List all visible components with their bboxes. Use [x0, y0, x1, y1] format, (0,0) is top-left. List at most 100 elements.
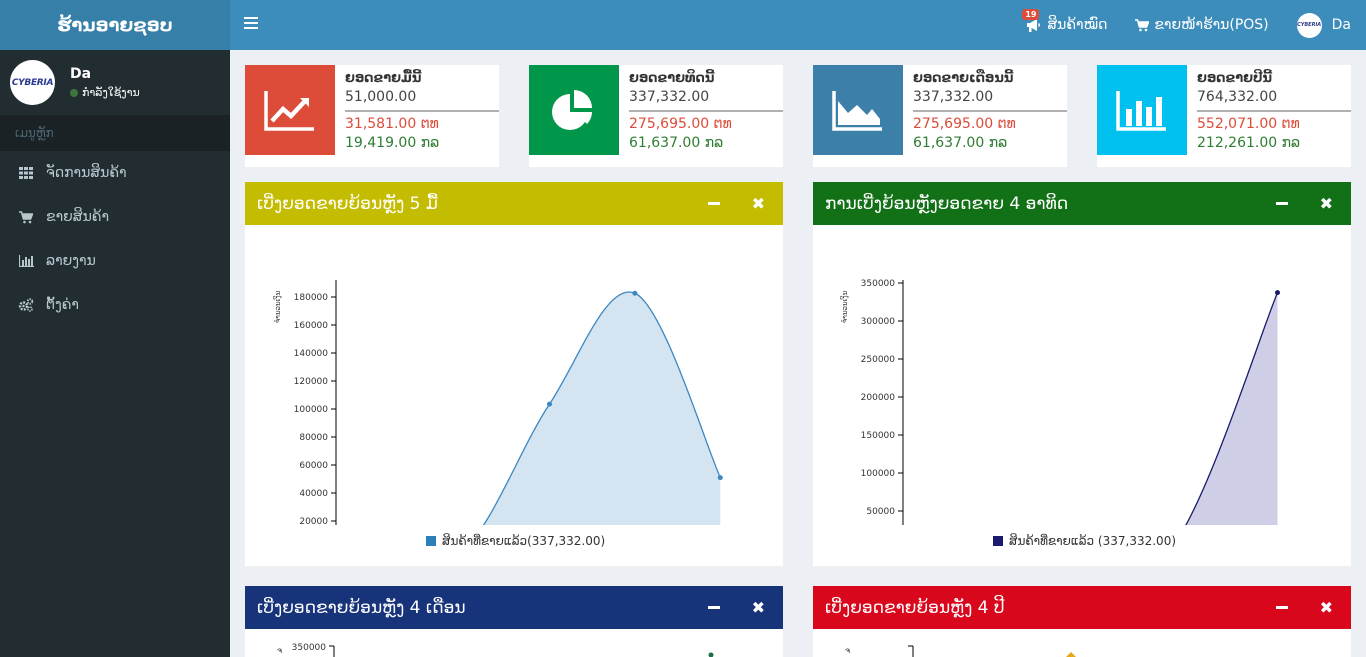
- minimize-icon[interactable]: [1275, 202, 1288, 205]
- y-axis-label: ຈ: [277, 646, 282, 655]
- pos-link[interactable]: ຂາຍໜ້າຮ້ານ(POS): [1135, 17, 1269, 33]
- bar-chart-icon: [1097, 65, 1187, 155]
- y-tick-label: 60000: [299, 461, 328, 471]
- user-info: Da ກຳລັງໃຊ້ງານ: [70, 66, 140, 99]
- y-tick-label: 100000: [861, 469, 896, 479]
- panel-tools: ✖: [1275, 586, 1333, 629]
- y-tick-label: 180000: [294, 293, 329, 303]
- close-icon[interactable]: ✖: [1320, 194, 1333, 213]
- info-box-title: ຍອດຂາຍປີນີ້: [1197, 71, 1272, 86]
- info-box-value: 51,000.00: [345, 89, 417, 105]
- info-box-year: ຍອດຂາຍປີນີ້ 764,332.00 552,071.00 ຕທ 212…: [1097, 65, 1351, 167]
- navbar-right: 19 ສິນຄ້າໝົດ ຂາຍໜ້າຮ້ານ(POS) CYBERIA Da: [1022, 0, 1366, 50]
- panel-tools: ✖: [707, 586, 765, 629]
- notification-badge: 19: [1022, 9, 1040, 20]
- y-axis-label: ຈ: [845, 646, 850, 655]
- info-box-content: ຍອດຂາຍທິດນີ້ 337,332.00 275,695.00 ຕທ 61…: [619, 65, 783, 167]
- area-chart-icon: [813, 65, 903, 155]
- info-box-value: 764,332.00: [1197, 89, 1278, 105]
- out-of-stock-link[interactable]: 19 ສິນຄ້າໝົດ: [1022, 9, 1107, 33]
- data-point: [547, 401, 552, 407]
- info-box-red-value: 31,581.00 ຕທ: [345, 116, 439, 132]
- chart-5-days: ຈຳນວນເງິນ0200004000060000800001000001200…: [273, 280, 723, 525]
- panel-header: ການເບີ່ງຍ້ອນຫຼັງຍອດຂາຍ 4 ອາທິດ ✖: [813, 182, 1351, 225]
- chart-legend[interactable]: ສິນຄ້າທີ່ຂາຍແລ້ວ(337,332.00): [426, 534, 605, 548]
- user-menu[interactable]: CYBERIA Da: [1296, 12, 1351, 38]
- info-box-red-value: 552,071.00 ຕທ: [1197, 116, 1300, 132]
- grid-icon: [18, 165, 34, 181]
- info-box-week: ຍອດຂາຍທິດນີ້ 337,332.00 275,695.00 ຕທ 61…: [529, 65, 783, 167]
- data-point: [1275, 290, 1280, 296]
- y-tick-label: 160000: [294, 321, 329, 331]
- info-box-content: ຍອດຂາຍປີນີ້ 764,332.00 552,071.00 ຕທ 212…: [1187, 65, 1351, 167]
- sidebar-toggle-icon[interactable]: [244, 17, 258, 29]
- top-navbar: 19 ສິນຄ້າໝົດ ຂາຍໜ້າຮ້ານ(POS) CYBERIA Da: [230, 0, 1366, 50]
- close-icon[interactable]: ✖: [752, 194, 765, 213]
- legend-label: ສິນຄ້າທີ່ຂາຍແລ້ວ (337,332.00): [1009, 534, 1177, 548]
- user-name: Da: [70, 66, 92, 82]
- panel-title: ການເບີ່ງຍ້ອນຫຼັງຍອດຂາຍ 4 ອາທິດ: [825, 193, 1069, 214]
- info-box-progress: [629, 110, 783, 112]
- info-box-progress: [913, 110, 1067, 112]
- info-box-title: ຍອດຂາຍທິດນີ້: [629, 71, 715, 86]
- data-point: [708, 652, 714, 657]
- info-box-green-value: 61,637.00 ກລ: [913, 135, 1008, 151]
- info-box-red-value: 275,695.00 ຕທ: [629, 116, 732, 132]
- minimize-icon[interactable]: [707, 606, 720, 609]
- chart-4-weeks: ຈຳນວນເງິນ0500001000001500002000002500003…: [840, 279, 1280, 525]
- minimize-icon[interactable]: [1275, 606, 1288, 609]
- close-icon[interactable]: ✖: [752, 598, 765, 617]
- online-dot-icon: [70, 88, 78, 97]
- chart-legend[interactable]: ສິນຄ້າທີ່ຂາຍແລ້ວ (337,332.00): [993, 534, 1176, 548]
- info-box-green-value: 61,637.00 ກລ: [629, 135, 724, 151]
- y-tick-label: 200000: [861, 393, 896, 403]
- panel-header: ເບີ່ງຍອດຂາຍຍ້ອນຫຼັງ 4 ປີ ✖: [813, 586, 1351, 629]
- y-axis-label: ຈຳນວນເງິນ: [273, 290, 282, 323]
- y-tick-label: 350000: [861, 279, 896, 289]
- panel-tools: ✖: [1275, 182, 1333, 225]
- legend-swatch: [993, 536, 1003, 546]
- minimize-icon[interactable]: [707, 202, 720, 205]
- y-axis-label: ຈຳນວນເງິນ: [840, 290, 849, 323]
- info-box-today: ຍອດຂາຍມື້ນີ້ 51,000.00 31,581.00 ຕທ 19,4…: [245, 65, 499, 167]
- avatar: CYBERIA: [1296, 12, 1322, 38]
- sidebar-item-label: ລາຍງານ: [46, 253, 96, 269]
- info-box-value: 337,332.00: [913, 89, 994, 105]
- sidebar-item-products[interactable]: ຈັດການສິນຄ້າ: [0, 151, 230, 195]
- info-box-green-value: 19,419.00 ກລ: [345, 135, 440, 151]
- y-tick-label: 140000: [294, 349, 329, 359]
- y-tick-label: 250000: [861, 355, 896, 365]
- y-tick-label: 300000: [861, 317, 896, 327]
- cart-icon: [1135, 18, 1150, 31]
- data-point: [632, 290, 638, 296]
- info-box-progress: [1197, 110, 1351, 112]
- y-tick-label: 80000: [299, 433, 328, 443]
- y-tick-label: 150000: [861, 431, 896, 441]
- y-tick-label: 350000: [292, 643, 327, 653]
- avatar: CYBERIA: [10, 60, 55, 105]
- gears-icon: [18, 297, 34, 313]
- panel-4-years: ເບີ່ງຍອດຂາຍຍ້ອນຫຼັງ 4 ປີ ✖ ຈ: [813, 586, 1351, 657]
- y-tick-label: 100000: [294, 405, 329, 415]
- brand-logo[interactable]: ຮ້ານອາຍຊອບ: [0, 0, 230, 50]
- info-box-red-value: 275,695.00 ຕທ: [913, 116, 1016, 132]
- sidebar-item-label: ຕັ້ງຄ່າ: [46, 297, 79, 313]
- chart-4-months: ຈ 350000: [277, 643, 714, 657]
- sidebar-item-label: ຂາຍສິນຄ້າ: [46, 209, 109, 225]
- chart-4-years: ຈ: [845, 645, 1076, 657]
- y-tick-label: 40000: [299, 489, 328, 499]
- panel-header: ເບີ່ງຍອດຂາຍຍ້ອນຫຼັງ 5 ມື້ ✖: [245, 182, 783, 225]
- sidebar-item-settings[interactable]: ຕັ້ງຄ່າ: [0, 283, 230, 327]
- panel-title: ເບີ່ງຍອດຂາຍຍ້ອນຫຼັງ 5 ມື້: [257, 193, 438, 214]
- line-chart-icon: [245, 65, 335, 155]
- legend-swatch: [426, 536, 436, 546]
- sidebar-item-sell[interactable]: ຂາຍສິນຄ້າ: [0, 195, 230, 239]
- close-icon[interactable]: ✖: [1320, 598, 1333, 617]
- bar-chart-icon: [18, 253, 34, 269]
- info-box-progress: [345, 110, 499, 112]
- info-box-value: 337,332.00: [629, 89, 710, 105]
- y-tick-label: 20000: [299, 517, 328, 525]
- menu-header: ເມນູຫຼັກ: [0, 115, 230, 151]
- info-box-month: ຍອດຂາຍເດືອນນີ້ 337,332.00 275,695.00 ຕທ …: [813, 65, 1067, 167]
- sidebar-item-reports[interactable]: ລາຍງານ: [0, 239, 230, 283]
